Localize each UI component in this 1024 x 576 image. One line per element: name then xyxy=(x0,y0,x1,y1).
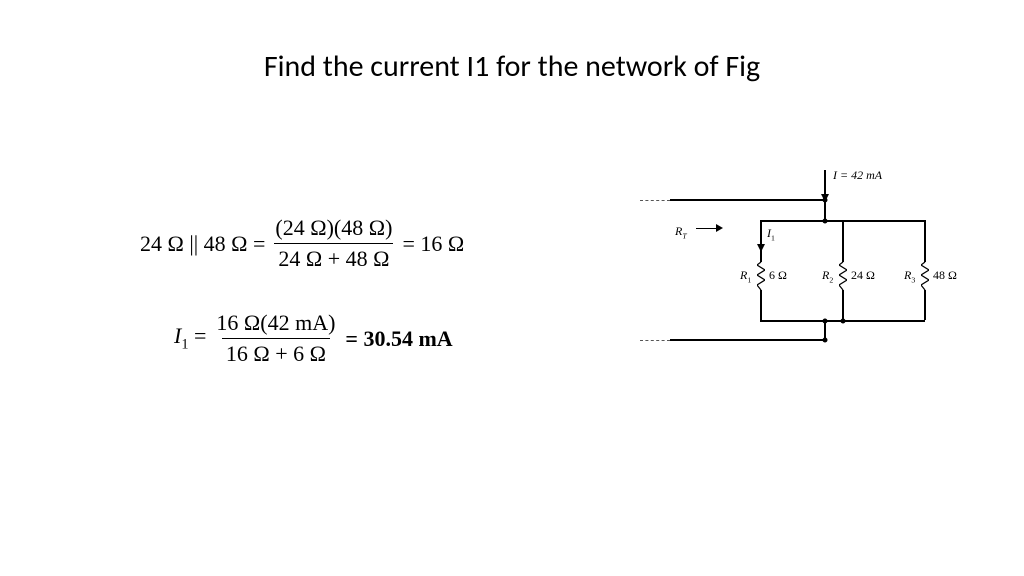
wire-top-left xyxy=(670,199,825,201)
eq1-numerator: (24 Ω)(48 Ω) xyxy=(271,215,396,243)
eq1-denominator: 24 Ω + 48 Ω xyxy=(274,243,393,272)
R2-sub: 2 xyxy=(829,275,833,284)
label-I1: I1 xyxy=(767,226,775,242)
dash-bottom xyxy=(640,340,670,341)
label-R3-val: 48 Ω xyxy=(933,268,957,283)
resistor-r2 xyxy=(839,262,847,290)
label-RT: RT xyxy=(675,224,687,240)
wire-r3-top xyxy=(924,220,926,262)
eq1-rhs: = 16 Ω xyxy=(402,231,464,257)
node-bottom-r2 xyxy=(841,319,846,324)
eq2-numerator: 16 Ω(42 mA) xyxy=(212,310,339,338)
eq2-fraction: 16 Ω(42 mA) 16 Ω + 6 Ω xyxy=(212,310,339,367)
dash-top xyxy=(640,200,670,201)
eq1-lhs: 24 Ω || 48 Ω = xyxy=(140,231,265,257)
eq2-lhs: I1 = xyxy=(174,323,206,353)
equation-2: I1 = 16 Ω(42 mA) 16 Ω + 6 Ω = 30.54 mA xyxy=(174,310,464,367)
I1-sub: 1 xyxy=(771,233,775,242)
RT-sub: T xyxy=(682,231,686,240)
wire-r2-bottom xyxy=(842,290,844,320)
wire-r1-lead xyxy=(760,250,762,262)
eq2-equals: = xyxy=(188,323,206,348)
label-R1-val: 6 Ω xyxy=(769,268,787,283)
equations-block: 24 Ω || 48 Ω = (24 Ω)(48 Ω) 24 Ω + 48 Ω … xyxy=(140,215,464,405)
label-R2: R2 xyxy=(822,268,833,284)
eq2-rhs: = 30.54 mA xyxy=(345,326,452,352)
resistor-r1 xyxy=(757,262,765,290)
label-R2-val: 24 Ω xyxy=(851,268,875,283)
RT-arrowhead xyxy=(716,224,723,232)
RT-arrow-line xyxy=(696,228,716,229)
resistor-r3 xyxy=(921,262,929,290)
label-source: I = 42 mA xyxy=(833,168,882,183)
wire-r1-bottom xyxy=(760,290,762,320)
circuit-diagram: I = 42 mA RT I1 R1 6 Ω R2 24 Ω R3 xyxy=(640,170,960,370)
node-bus-center xyxy=(823,219,828,224)
wire-r3-bottom xyxy=(924,290,926,320)
label-R1: R1 xyxy=(740,268,751,284)
eq1-fraction: (24 Ω)(48 Ω) 24 Ω + 48 Ω xyxy=(271,215,396,272)
wire-r2-top xyxy=(842,220,844,262)
R1-sub: 1 xyxy=(747,275,751,284)
R3-sub: 3 xyxy=(911,275,915,284)
eq2-denominator: 16 Ω + 6 Ω xyxy=(222,338,330,367)
page-title: Find the current I1 for the network of F… xyxy=(0,48,1024,85)
label-R3: R3 xyxy=(904,268,915,284)
equation-1: 24 Ω || 48 Ω = (24 Ω)(48 Ω) 24 Ω + 48 Ω … xyxy=(140,215,464,272)
wire-return xyxy=(670,339,825,341)
